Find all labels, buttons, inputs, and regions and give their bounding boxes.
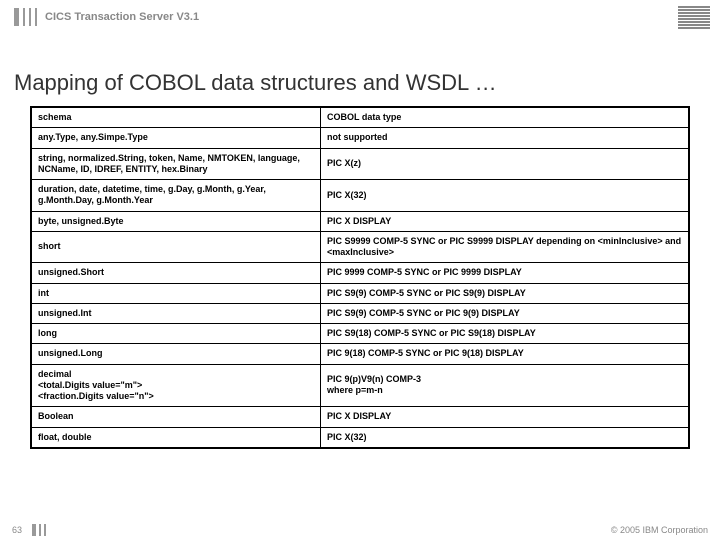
cell-cobol: PIC X(z) [321, 148, 689, 180]
cell-cobol: PIC 9(18) COMP-5 SYNC or PIC 9(18) DISPL… [321, 344, 689, 364]
slide-title: Mapping of COBOL data structures and WSD… [0, 48, 720, 106]
cell-schema: decimal<total.Digits value="m"><fraction… [31, 364, 321, 407]
table-row: byte, unsigned.BytePIC X DISPLAY [31, 211, 689, 231]
cell-cobol: PIC X(32) [321, 427, 689, 448]
product-name: CICS Transaction Server V3.1 [45, 11, 678, 23]
table-row: BooleanPIC X DISPLAY [31, 407, 689, 427]
table-row: unsigned.ShortPIC 9999 COMP-5 SYNC or PI… [31, 263, 689, 283]
table-row: intPIC S9(9) COMP-5 SYNC or PIC S9(9) DI… [31, 283, 689, 303]
cell-schema: int [31, 283, 321, 303]
cell-schema: duration, date, datetime, time, g.Day, g… [31, 180, 321, 212]
cell-cobol: PIC X(32) [321, 180, 689, 212]
cell-schema: any.Type, any.Simpe.Type [31, 128, 321, 148]
copyright: © 2005 IBM Corporation [611, 525, 708, 535]
col-schema: schema [31, 107, 321, 128]
cell-cobol: PIC S9(18) COMP-5 SYNC or PIC S9(18) DIS… [321, 324, 689, 344]
table-row: decimal<total.Digits value="m"><fraction… [31, 364, 689, 407]
cell-cobol: PIC S9999 COMP-5 SYNC or PIC S9999 DISPL… [321, 231, 689, 263]
page-number: 63 [12, 525, 22, 535]
cell-cobol: PIC S9(9) COMP-5 SYNC or PIC S9(9) DISPL… [321, 283, 689, 303]
cell-schema: long [31, 324, 321, 344]
cell-cobol: PIC X DISPLAY [321, 407, 689, 427]
table-row: duration, date, datetime, time, g.Day, g… [31, 180, 689, 212]
table-row: float, doublePIC X(32) [31, 427, 689, 448]
cell-schema: short [31, 231, 321, 263]
cell-cobol: PIC X DISPLAY [321, 211, 689, 231]
cell-schema: Boolean [31, 407, 321, 427]
cell-cobol: PIC 9(p)V9(n) COMP-3where p=m-n [321, 364, 689, 407]
footer-decor-bars [32, 524, 46, 536]
table-row: longPIC S9(18) COMP-5 SYNC or PIC S9(18)… [31, 324, 689, 344]
table-header-row: schema COBOL data type [31, 107, 689, 128]
cell-cobol: PIC S9(9) COMP-5 SYNC or PIC 9(9) DISPLA… [321, 303, 689, 323]
ibm-logo-icon [678, 6, 710, 29]
cell-cobol: PIC 9999 COMP-5 SYNC or PIC 9999 DISPLAY [321, 263, 689, 283]
cell-schema: unsigned.Long [31, 344, 321, 364]
header-underline [0, 34, 720, 48]
cell-schema: string, normalized.String, token, Name, … [31, 148, 321, 180]
cell-schema: float, double [31, 427, 321, 448]
table-row: unsigned.LongPIC 9(18) COMP-5 SYNC or PI… [31, 344, 689, 364]
slide-footer: 63 © 2005 IBM Corporation [0, 524, 720, 536]
cell-cobol: not supported [321, 128, 689, 148]
cell-schema: unsigned.Short [31, 263, 321, 283]
header-decor-bars [14, 8, 37, 26]
cell-schema: byte, unsigned.Byte [31, 211, 321, 231]
slide-header: CICS Transaction Server V3.1 [0, 0, 720, 34]
table-row: unsigned.IntPIC S9(9) COMP-5 SYNC or PIC… [31, 303, 689, 323]
col-cobol: COBOL data type [321, 107, 689, 128]
table-row: shortPIC S9999 COMP-5 SYNC or PIC S9999 … [31, 231, 689, 263]
mapping-table-wrap: schema COBOL data type any.Type, any.Sim… [0, 106, 720, 449]
cell-schema: unsigned.Int [31, 303, 321, 323]
mapping-table: schema COBOL data type any.Type, any.Sim… [30, 106, 690, 449]
table-row: string, normalized.String, token, Name, … [31, 148, 689, 180]
table-row: any.Type, any.Simpe.Typenot supported [31, 128, 689, 148]
